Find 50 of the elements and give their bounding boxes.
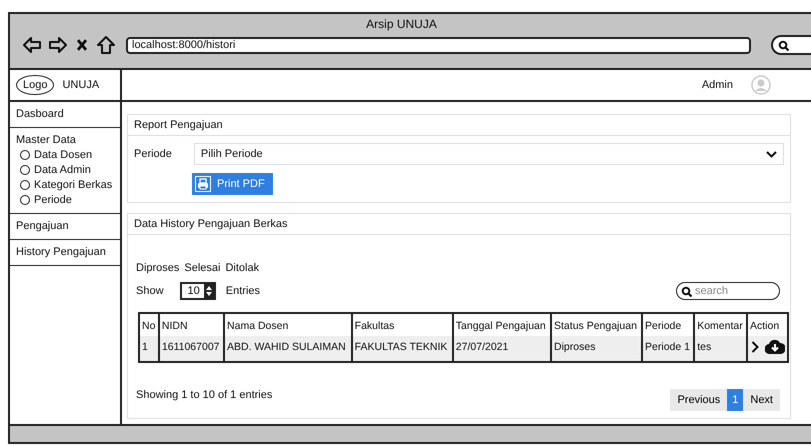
chevron-down-icon — [766, 150, 777, 158]
status-filter[interactable]: Selesai — [184, 262, 220, 274]
radio-button[interactable] — [20, 165, 30, 175]
radio-button[interactable] — [20, 150, 30, 160]
forward-icon[interactable] — [48, 35, 68, 55]
table-cell: tes — [694, 336, 747, 362]
table-cell: ABD. WAHID SULAIMAN — [224, 336, 352, 362]
entries-spinner[interactable]: 10 — [180, 282, 216, 300]
entries-label: Entries — [226, 285, 260, 297]
table-cell: FAKULTAS TEKNIK — [352, 336, 453, 362]
radio-button[interactable] — [20, 180, 30, 190]
entries-info: Showing 1 to 10 of 1 entries — [136, 389, 272, 401]
pagination-button[interactable]: 1 — [727, 389, 744, 411]
field-label: Periode — [134, 148, 172, 160]
table-cell: 1 — [139, 336, 159, 362]
chevron-right-icon[interactable] — [751, 340, 759, 352]
period-dropdown[interactable]: Pilih Periode — [194, 143, 784, 165]
sidebar-subitem[interactable]: Data Admin — [16, 164, 114, 176]
browser-search-field[interactable] — [771, 35, 811, 55]
panel-title: Data History Pengajuan Berkas — [128, 214, 790, 235]
panel-title: Report Pengajuan — [128, 115, 790, 136]
table-cell: Periode 1 — [642, 336, 694, 362]
table-cell: Diproses — [551, 336, 642, 362]
sidebar-subitem[interactable]: Kategori Berkas — [16, 179, 114, 191]
window-title: Arsip UNUJA — [366, 17, 437, 31]
printer-icon — [195, 176, 211, 192]
sidebar-item[interactable]: Pengajuan — [16, 220, 114, 232]
spinner-arrows-icon — [204, 284, 214, 298]
status-filter[interactable]: Ditolak — [225, 262, 260, 274]
logo: Logo — [16, 75, 54, 95]
sidebar-item[interactable]: Dasboard — [16, 108, 114, 120]
print-pdf-button[interactable]: Print PDF — [192, 173, 273, 195]
table-cell: 27/07/2021 — [452, 336, 552, 362]
address-field[interactable]: localhost:8000/histori — [126, 36, 751, 54]
brand-name: UNUJA — [62, 79, 100, 91]
search-icon — [681, 286, 692, 296]
show-label: Show — [136, 285, 164, 297]
user-name: Admin — [702, 79, 733, 91]
sidebar-item[interactable]: Master Data — [16, 134, 114, 146]
back-icon[interactable] — [22, 35, 42, 55]
status-filter[interactable]: Diproses — [136, 262, 180, 274]
sidebar-subitem[interactable]: Data Dosen — [16, 149, 114, 161]
cloud-download-icon[interactable] — [765, 339, 785, 354]
search-field[interactable]: search — [676, 282, 780, 300]
search-icon — [778, 40, 789, 50]
home-icon[interactable] — [96, 35, 116, 55]
table-cell: 1611067007 — [158, 336, 224, 362]
sidebar-subitem[interactable]: Periode — [16, 194, 114, 206]
sidebar-item[interactable]: History Pengajuan — [16, 246, 114, 258]
radio-button[interactable] — [20, 195, 30, 205]
